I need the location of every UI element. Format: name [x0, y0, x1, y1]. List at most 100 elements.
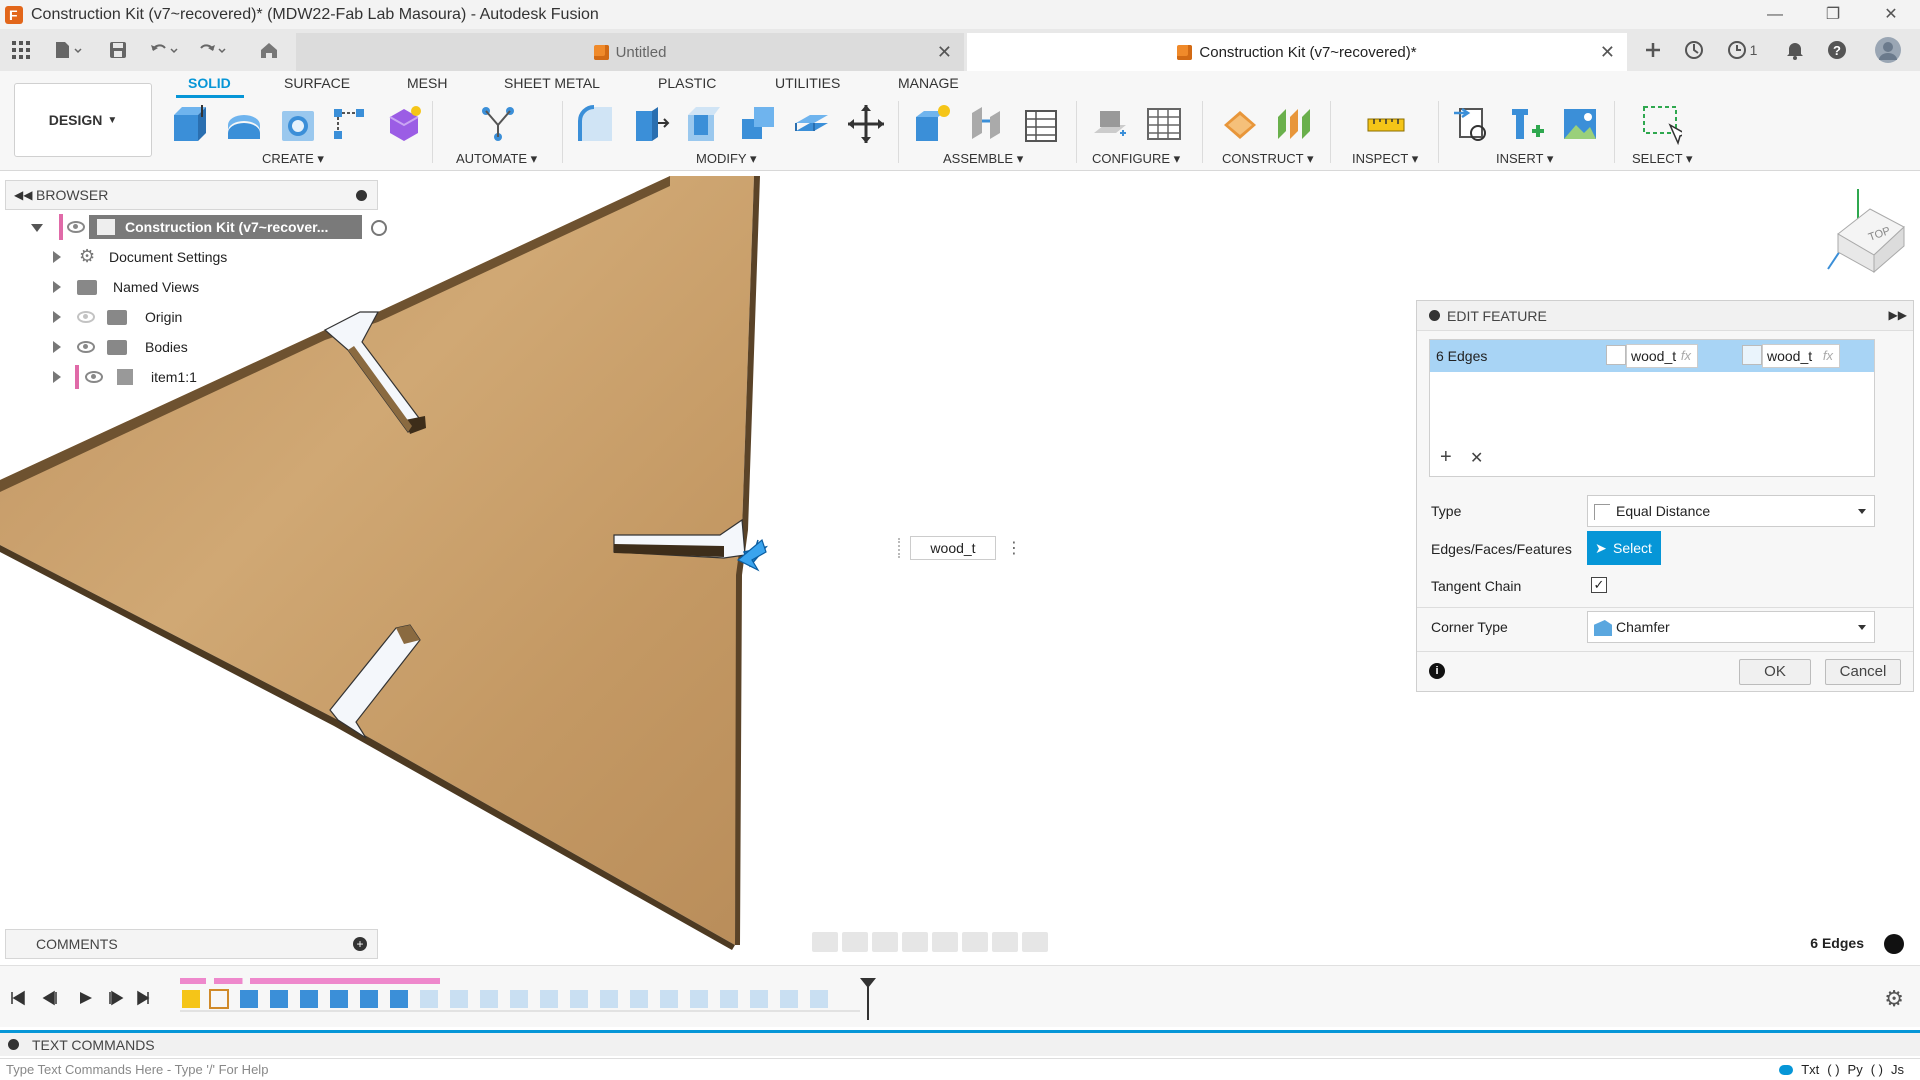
browser-panel-header[interactable]: ◀◀ BROWSER: [5, 180, 378, 210]
collapse-panel-icon[interactable]: ◀◀: [14, 188, 32, 202]
display-settings-icon[interactable]: [962, 932, 988, 952]
tab-mesh[interactable]: MESH: [407, 75, 447, 91]
info-icon[interactable]: i: [1429, 663, 1445, 679]
redo-icon[interactable]: [194, 37, 230, 63]
script-language-toggle[interactable]: Txt ( ) Py ( ) Js: [1779, 1059, 1904, 1080]
measure-icon[interactable]: [1366, 103, 1406, 145]
select-window-icon[interactable]: [1642, 103, 1682, 145]
shell-icon[interactable]: [684, 103, 724, 145]
tab-construction-kit[interactable]: Construction Kit (v7~recovered)* ✕: [967, 33, 1627, 71]
txt-option[interactable]: Txt: [1801, 1059, 1819, 1080]
minimize-icon[interactable]: —: [1746, 0, 1804, 29]
revolve-icon[interactable]: [224, 103, 264, 145]
file-menu-icon[interactable]: [50, 37, 86, 63]
app-grid-icon[interactable]: [8, 37, 34, 63]
workspace-switcher[interactable]: DESIGN ▼: [14, 83, 152, 157]
add-selection-icon[interactable]: +: [1440, 446, 1452, 469]
pan-icon[interactable]: [872, 932, 898, 952]
modify-group-label[interactable]: MODIFY ▾: [696, 151, 756, 167]
insert-derive-icon[interactable]: [1452, 103, 1492, 145]
corner-type-dropdown[interactable]: Chamfer: [1587, 611, 1875, 643]
timeline-marker-handle[interactable]: [860, 978, 876, 1020]
inspect-group-label[interactable]: INSPECT ▾: [1352, 151, 1418, 167]
move-icon[interactable]: [846, 103, 886, 145]
distance-1-field[interactable]: wood_t fx: [1626, 344, 1698, 368]
joint-icon[interactable]: [966, 103, 1006, 145]
viewcube[interactable]: TOP: [1808, 179, 1908, 279]
notifications-icon[interactable]: [1782, 37, 1808, 63]
ok-button[interactable]: OK: [1739, 659, 1811, 685]
add-comment-icon[interactable]: +: [353, 937, 367, 951]
select-edges-button[interactable]: ➤ Select: [1587, 531, 1661, 565]
tab-surface[interactable]: SURFACE: [284, 75, 350, 91]
tab-utilities[interactable]: UTILITIES: [775, 75, 840, 91]
save-icon[interactable]: [106, 37, 130, 63]
select-group-label[interactable]: SELECT ▾: [1632, 151, 1692, 167]
assemble-group-label[interactable]: ASSEMBLE ▾: [943, 151, 1023, 167]
more-options-icon[interactable]: ⋮: [1006, 538, 1022, 558]
activate-component-icon[interactable]: [371, 220, 387, 236]
restore-icon[interactable]: ❐: [1804, 0, 1862, 29]
panel-minimize-icon[interactable]: [356, 190, 367, 201]
cancel-button[interactable]: Cancel: [1825, 659, 1901, 685]
configure-group-label[interactable]: CONFIGURE ▾: [1092, 151, 1180, 167]
fx-icon[interactable]: fx: [1823, 345, 1833, 367]
selection-row[interactable]: 6 Edges wood_t fx wood_t fx: [1430, 340, 1874, 372]
expand-arrow-icon[interactable]: [53, 341, 61, 353]
timeline-features[interactable]: [180, 986, 870, 1012]
js-option[interactable]: Js: [1891, 1059, 1904, 1080]
zoom-window-icon[interactable]: [932, 932, 958, 952]
expand-arrow-icon[interactable]: [53, 281, 61, 293]
tab-untitled[interactable]: Untitled ✕: [296, 33, 964, 71]
visibility-eye-icon[interactable]: [77, 341, 95, 353]
py-option[interactable]: Py: [1848, 1059, 1863, 1080]
configure-design-icon[interactable]: [1090, 103, 1130, 145]
undo-icon[interactable]: [146, 37, 182, 63]
text-commands-input[interactable]: Type Text Commands Here - Type '/' For H…: [0, 1058, 1920, 1080]
collapse-arrow-icon[interactable]: [31, 224, 43, 232]
close-tab-icon[interactable]: ✕: [1600, 42, 1615, 63]
construct-group-label[interactable]: CONSTRUCT ▾: [1222, 151, 1314, 167]
hidden-eye-icon[interactable]: [77, 311, 95, 323]
zoom-icon[interactable]: [902, 932, 928, 952]
look-at-icon[interactable]: [842, 932, 868, 952]
distance-field[interactable]: [910, 536, 996, 560]
tab-manage[interactable]: MANAGE: [898, 75, 959, 91]
new-tab-icon[interactable]: [1640, 37, 1666, 63]
insert-group-label[interactable]: INSERT ▾: [1496, 151, 1553, 167]
root-label-box[interactable]: Construction Kit (v7~recover...: [89, 215, 362, 239]
orbit-icon[interactable]: [812, 932, 838, 952]
panel-minimize-icon[interactable]: [1429, 310, 1440, 321]
tab-solid[interactable]: SOLID: [188, 75, 231, 91]
visibility-eye-icon[interactable]: [85, 371, 103, 383]
midplane-icon[interactable]: [1274, 103, 1314, 145]
type-dropdown[interactable]: Equal Distance: [1587, 495, 1875, 527]
home-icon[interactable]: [254, 37, 284, 63]
offset-face-icon[interactable]: [792, 103, 832, 145]
expand-panel-icon[interactable]: ▶▶: [1889, 308, 1907, 322]
canvas-icon[interactable]: [1560, 103, 1600, 145]
viewports-icon[interactable]: [1022, 932, 1048, 952]
viewport-distance-input[interactable]: ⋮: [898, 535, 1032, 561]
tree-root[interactable]: Construction Kit (v7~recover...: [25, 214, 387, 240]
timeline-settings-gear-icon[interactable]: ⚙: [1884, 986, 1904, 1012]
automate-icon[interactable]: [478, 103, 518, 145]
job-status-icon[interactable]: 1: [1722, 37, 1762, 63]
create-group-label[interactable]: CREATE ▾: [262, 151, 324, 167]
tab-plastic[interactable]: PLASTIC: [658, 75, 716, 91]
combine-icon[interactable]: [738, 103, 778, 145]
extensions-icon[interactable]: [1680, 37, 1708, 63]
extrude-icon[interactable]: [170, 103, 210, 145]
edit-feature-header[interactable]: EDIT FEATURE ▶▶: [1417, 301, 1913, 331]
comments-panel-header[interactable]: COMMENTS +: [5, 929, 378, 959]
offset-plane-icon[interactable]: [1220, 103, 1260, 145]
expand-arrow-icon[interactable]: [53, 251, 61, 263]
distance-2-field[interactable]: wood_t fx: [1762, 344, 1840, 368]
user-avatar-icon[interactable]: [1872, 37, 1904, 63]
new-component-icon[interactable]: [912, 103, 952, 145]
tangent-chain-checkbox[interactable]: ✓: [1591, 577, 1607, 593]
fillet-icon[interactable]: [576, 103, 616, 145]
close-window-icon[interactable]: ✕: [1862, 0, 1920, 29]
expand-arrow-icon[interactable]: [53, 311, 61, 323]
close-tab-icon[interactable]: ✕: [937, 42, 952, 63]
